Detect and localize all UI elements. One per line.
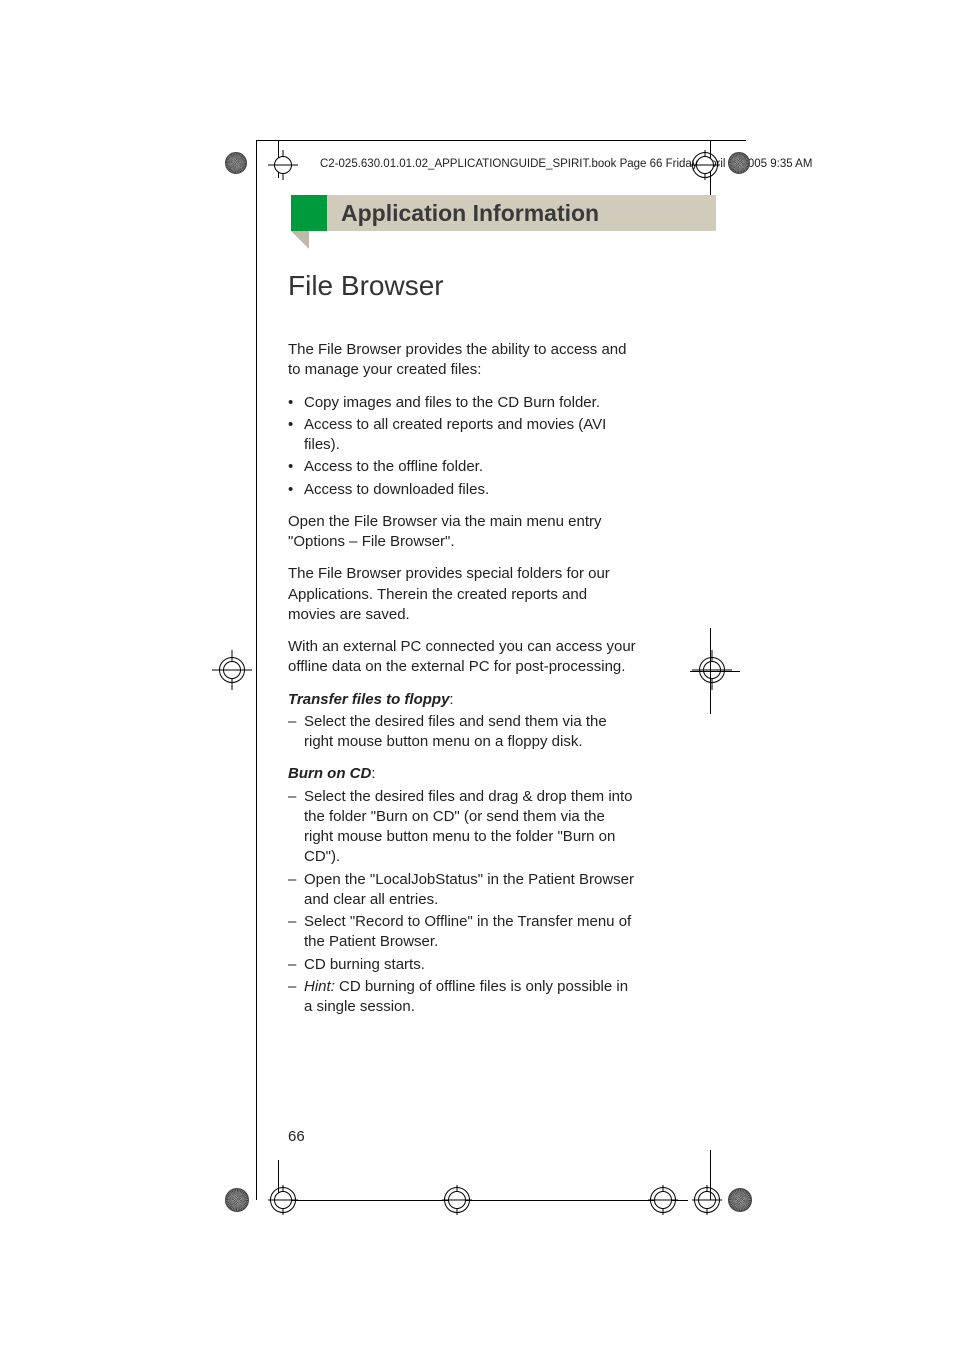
body-content: The File Browser provides the ability to… — [288, 330, 638, 1029]
page-number: 66 — [288, 1128, 305, 1145]
burn-steps: Select the desired files and drag & drop… — [288, 787, 638, 1018]
burn-label: Burn on CD — [288, 765, 371, 782]
registration-mark-bottom-right — [728, 1188, 752, 1212]
list-item: Access to all created reports and movies… — [288, 415, 638, 456]
list-item: Select the desired files and send them v… — [288, 712, 638, 753]
crosshair-bottom-right — [692, 1185, 722, 1215]
registration-mark-bottom-left — [225, 1188, 249, 1212]
list-item: Select "Record to Offline" in the Transf… — [288, 912, 638, 953]
crosshair-mid-left — [212, 650, 252, 690]
crop-mid-right-hline — [690, 671, 740, 672]
crop-top-hline — [256, 140, 746, 141]
capabilities-list: Copy images and files to the CD Burn fol… — [288, 393, 638, 500]
section-band: Application Information — [291, 195, 716, 231]
crosshair-mid-right — [692, 650, 732, 690]
burn-heading-line: Burn on CD: — [288, 764, 638, 784]
transfer-heading-line: Transfer files to floppy: — [288, 690, 638, 710]
crop-left-vline — [256, 140, 257, 1200]
hint-text: CD burning of offline files is only poss… — [304, 978, 628, 1015]
list-item: CD burning starts. — [288, 955, 638, 975]
list-item: Open the "LocalJobStatus" in the Patient… — [288, 870, 638, 911]
transfer-steps: Select the desired files and send them v… — [288, 712, 638, 753]
list-item-hint: Hint: CD burning of offline files is onl… — [288, 977, 638, 1018]
crop-bottom-right-vline — [710, 1150, 711, 1200]
crosshair-bottom-center — [442, 1185, 472, 1215]
external-paragraph: With an external PC connected you can ac… — [288, 637, 638, 678]
open-paragraph: Open the File Browser via the main menu … — [288, 512, 638, 553]
hint-prefix: Hint: — [304, 978, 335, 995]
crop-bottom-hline — [288, 1200, 688, 1201]
folders-paragraph: The File Browser provides special folder… — [288, 564, 638, 625]
registration-mark-top-left — [225, 152, 247, 174]
section-band-fold — [291, 231, 309, 249]
list-item: Copy images and files to the CD Burn fol… — [288, 393, 638, 413]
crosshair-bottom-left — [268, 1185, 298, 1215]
list-item: Select the desired files and drag & drop… — [288, 787, 638, 868]
registration-mark-top-right — [728, 152, 750, 174]
list-item: Access to downloaded files. — [288, 480, 638, 500]
crosshair-top-right — [690, 150, 720, 180]
section-color-chip — [291, 195, 327, 231]
list-item: Access to the offline folder. — [288, 457, 638, 477]
page-heading: File Browser — [288, 270, 444, 302]
crosshair-bottom-right-inner — [648, 1185, 678, 1215]
transfer-label: Transfer files to floppy — [288, 691, 449, 708]
crosshair-top-left — [268, 150, 298, 180]
intro-paragraph: The File Browser provides the ability to… — [288, 340, 638, 381]
section-title: Application Information — [327, 200, 599, 227]
